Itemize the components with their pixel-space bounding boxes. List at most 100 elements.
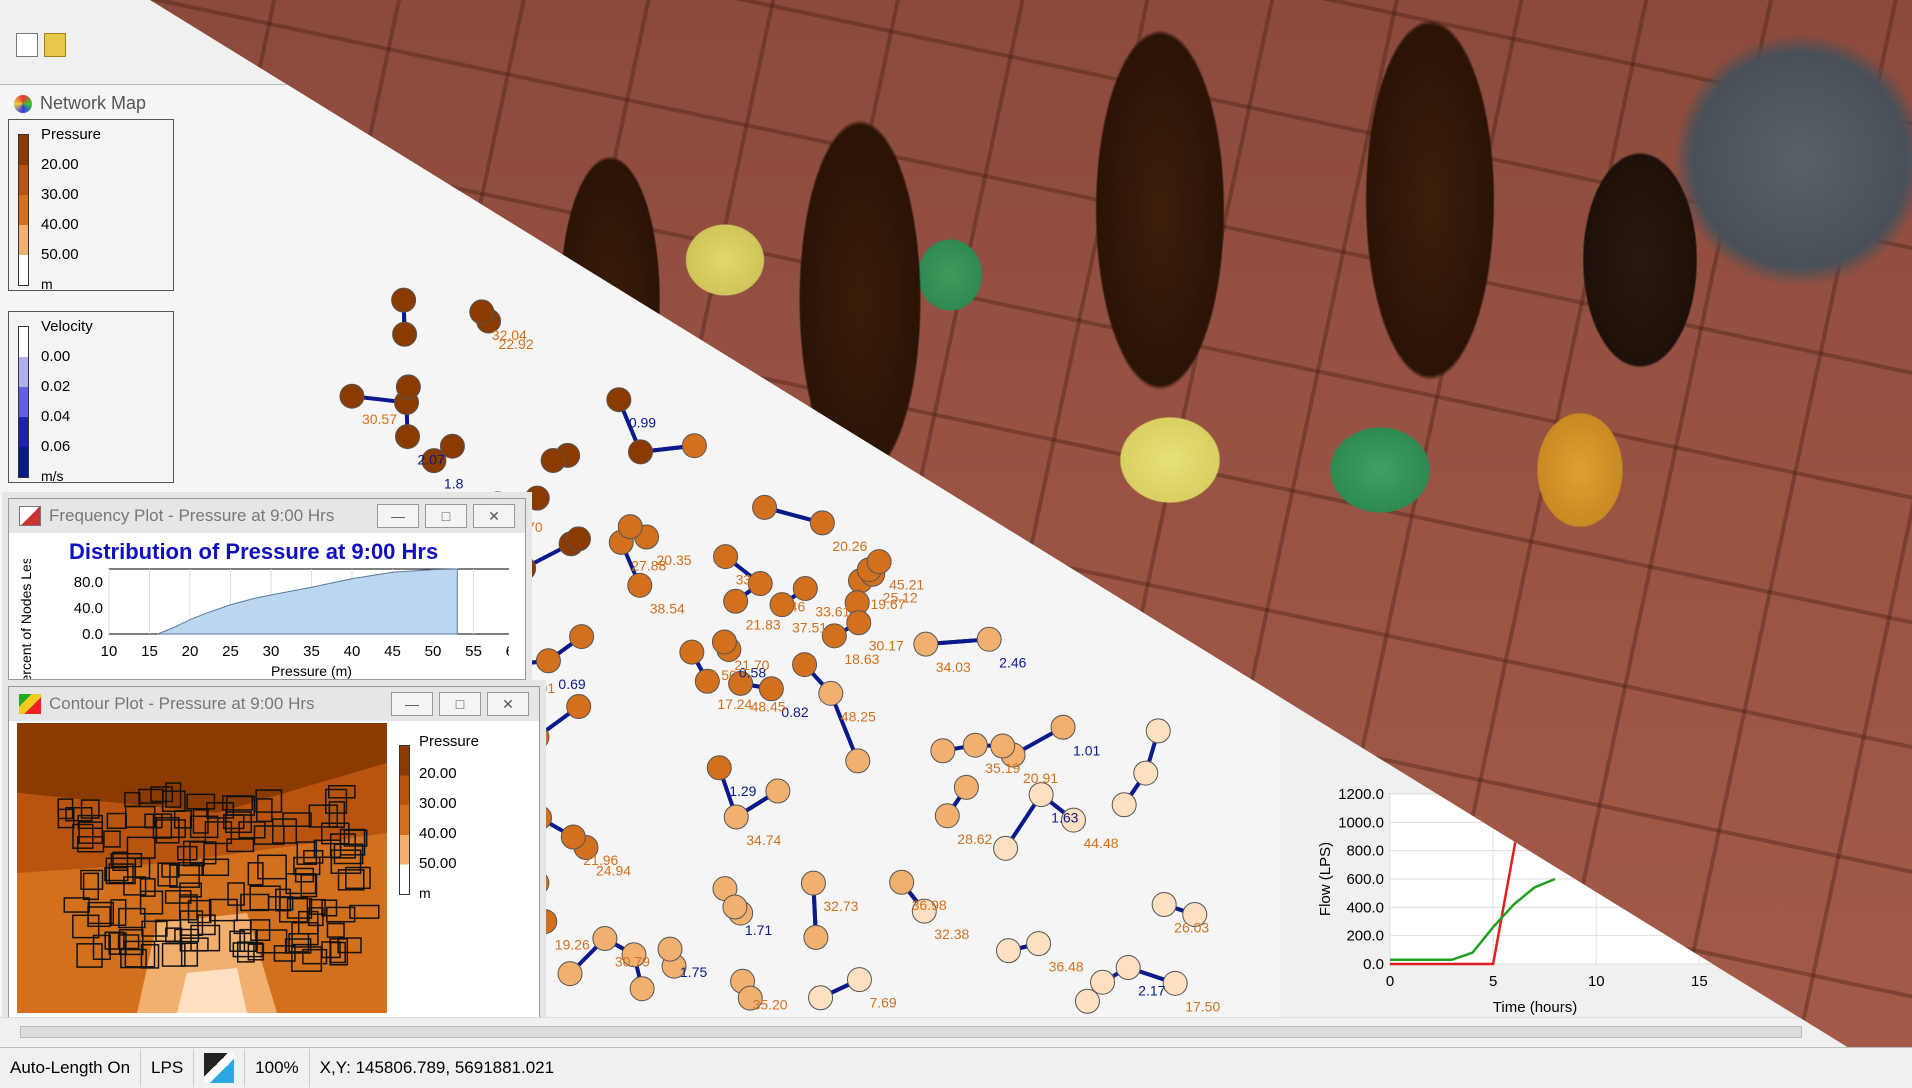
junction-node[interactable] xyxy=(592,926,618,952)
junction-node[interactable] xyxy=(993,835,1019,861)
scrollbar-thumb[interactable] xyxy=(20,1026,1802,1038)
junction-node[interactable] xyxy=(803,924,829,950)
junction-node[interactable] xyxy=(713,544,739,570)
junction-node[interactable] xyxy=(1090,969,1116,995)
junction-node[interactable] xyxy=(540,447,566,473)
contour-plot-window[interactable]: Contour Plot - Pressure at 9:00 Hrs — □ … xyxy=(8,686,540,1018)
map-value-label: 33.61 xyxy=(815,604,850,620)
junction-node[interactable] xyxy=(1133,760,1159,786)
close-button[interactable]: ✕ xyxy=(473,504,515,528)
junction-node[interactable] xyxy=(818,680,844,706)
junction-node[interactable] xyxy=(930,738,956,764)
junction-node[interactable] xyxy=(1115,955,1141,981)
junction-node[interactable] xyxy=(808,985,834,1011)
junction-node[interactable] xyxy=(752,494,778,520)
junction-node[interactable] xyxy=(657,936,683,962)
map-value-label: 1.63 xyxy=(1051,810,1078,826)
junction-node[interactable] xyxy=(339,383,365,409)
map-value-label: 21.83 xyxy=(746,616,781,632)
junction-node[interactable] xyxy=(845,748,871,774)
map-value-label: 7.69 xyxy=(869,995,896,1011)
junction-node[interactable] xyxy=(617,514,643,540)
junction-node[interactable] xyxy=(535,648,561,674)
contour-map xyxy=(17,723,387,1013)
map-value-label: 25.12 xyxy=(883,589,918,605)
junction-node[interactable] xyxy=(1111,792,1137,818)
junction-node[interactable] xyxy=(566,526,592,552)
junction-node[interactable] xyxy=(1028,782,1054,808)
velocity-legend[interactable]: Velocity 0.00 0.02 0.04 0.06 m/s xyxy=(8,311,174,484)
junction-node[interactable] xyxy=(569,624,595,650)
junction-node[interactable] xyxy=(913,631,939,657)
map-value-label: 44.48 xyxy=(1083,835,1118,851)
junction-node[interactable] xyxy=(1162,970,1188,996)
junction-node[interactable] xyxy=(722,894,748,920)
junction-node[interactable] xyxy=(990,733,1016,759)
map-value-label: 37.51 xyxy=(792,620,827,636)
junction-node[interactable] xyxy=(889,869,915,895)
open-folder-icon[interactable] xyxy=(44,33,66,57)
junction-node[interactable] xyxy=(723,588,749,614)
restore-button[interactable]: □ xyxy=(439,692,481,716)
junction-node[interactable] xyxy=(800,870,826,896)
frequency-plot-titlebar[interactable]: Frequency Plot - Pressure at 9:00 Hrs — … xyxy=(9,499,525,533)
junction-node[interactable] xyxy=(391,287,417,313)
junction-node[interactable] xyxy=(557,961,583,987)
junction-node[interactable] xyxy=(560,824,586,850)
junction-node[interactable] xyxy=(681,433,707,459)
junction-node[interactable] xyxy=(711,629,737,655)
junction-node[interactable] xyxy=(606,387,632,413)
junction-node[interactable] xyxy=(629,976,655,1002)
pressure-legend-title: Pressure xyxy=(41,126,102,143)
junction-node[interactable] xyxy=(792,576,818,602)
junction-node[interactable] xyxy=(395,424,421,450)
map-value-label: 34.03 xyxy=(936,659,971,675)
y-tick-label: 40.0 xyxy=(74,600,103,617)
flow-units-status[interactable]: LPS xyxy=(141,1049,195,1087)
junction-node[interactable] xyxy=(962,732,988,758)
coordinates-status: X,Y: 145806.789, 5691881.021 xyxy=(319,1058,555,1077)
junction-node[interactable] xyxy=(1050,714,1076,740)
minimize-button[interactable]: — xyxy=(377,504,419,528)
frequency-plot-window[interactable]: Frequency Plot - Pressure at 9:00 Hrs — … xyxy=(8,498,526,680)
junction-node[interactable] xyxy=(469,299,495,325)
x-tick-label: 55 xyxy=(465,643,482,660)
minimize-button[interactable]: — xyxy=(391,692,433,716)
horizontal-scrollbar[interactable] xyxy=(0,1017,1912,1046)
junction-node[interactable] xyxy=(627,572,653,598)
junction-node[interactable] xyxy=(953,774,979,800)
junction-node[interactable] xyxy=(723,804,749,830)
junction-node[interactable] xyxy=(395,374,421,400)
junction-node[interactable] xyxy=(765,778,791,804)
junction-node[interactable] xyxy=(1026,931,1052,957)
status-bar: Auto-Length On LPS 100% X,Y: 145806.789,… xyxy=(0,1047,1912,1088)
junction-node[interactable] xyxy=(866,549,892,575)
contour-plot-titlebar[interactable]: Contour Plot - Pressure at 9:00 Hrs — □ … xyxy=(9,687,539,721)
junction-node[interactable] xyxy=(934,803,960,829)
junction-node[interactable] xyxy=(679,639,705,665)
y-tick-label: 0.0 xyxy=(82,626,103,643)
map-value-label: 17.24 xyxy=(717,696,752,712)
chart-icon xyxy=(19,506,41,526)
junction-node[interactable] xyxy=(392,321,418,347)
junction-node[interactable] xyxy=(1074,988,1100,1014)
x-tick-label: 40 xyxy=(344,643,361,660)
junction-node[interactable] xyxy=(566,693,592,719)
close-button[interactable]: ✕ xyxy=(487,692,529,716)
new-file-icon[interactable] xyxy=(16,33,38,57)
pressure-legend[interactable]: Pressure 20.00 30.00 40.00 50.00 m xyxy=(8,119,174,292)
junction-node[interactable] xyxy=(846,967,872,993)
junction-node[interactable] xyxy=(1151,891,1177,917)
y-tick-label: 400.0 xyxy=(1346,899,1384,916)
auto-length-status[interactable]: Auto-Length On xyxy=(0,1049,142,1087)
junction-node[interactable] xyxy=(628,439,654,465)
junction-node[interactable] xyxy=(995,938,1021,964)
restore-button[interactable]: □ xyxy=(425,504,467,528)
junction-node[interactable] xyxy=(706,755,732,781)
junction-node[interactable] xyxy=(792,652,818,678)
junction-node[interactable] xyxy=(1145,718,1171,744)
junction-node[interactable] xyxy=(809,510,835,536)
map-value-label: 1.71 xyxy=(745,922,772,938)
junction-node[interactable] xyxy=(976,626,1002,652)
junction-node[interactable] xyxy=(524,485,550,511)
